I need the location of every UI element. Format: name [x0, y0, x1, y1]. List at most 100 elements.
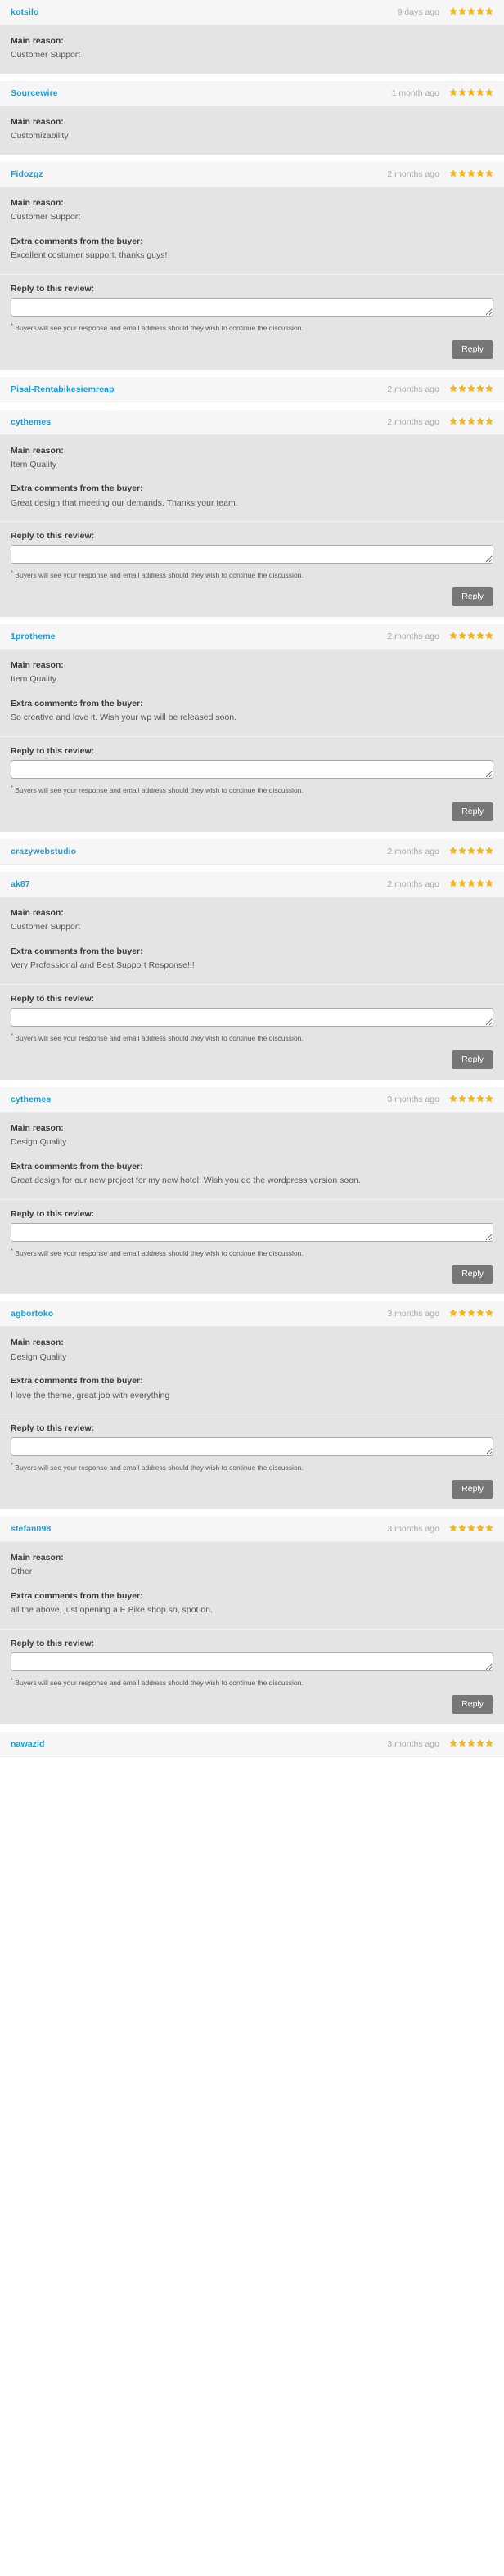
extra-comments-value: Great design that meeting our demands. T… — [11, 497, 238, 508]
reply-button[interactable]: Reply — [452, 1694, 493, 1714]
star-icon — [476, 1307, 484, 1320]
reply-disclaimer: * Buyers will see your response and emai… — [11, 321, 493, 333]
reviewer-name-link[interactable]: nawazid — [11, 1739, 45, 1749]
reply-input[interactable] — [11, 545, 493, 564]
reviewer-name-link[interactable]: crazywebstudio — [11, 847, 76, 856]
reply-button[interactable]: Reply — [452, 1050, 493, 1069]
review-header: ak87 2 months ago — [0, 872, 504, 897]
star-icon — [485, 1093, 493, 1106]
review-date: 2 months ago — [387, 847, 439, 856]
star-icon — [467, 1522, 475, 1535]
reply-label: Reply to this review: — [11, 1639, 95, 1648]
review-meta: 2 months ago — [387, 630, 493, 643]
reply-input[interactable] — [11, 760, 493, 780]
star-icon — [458, 87, 466, 100]
extra-comments-value: I love the theme, great job with everyth… — [11, 1390, 170, 1400]
reply-actions: Reply — [11, 802, 493, 821]
reply-label: Reply to this review: — [11, 283, 95, 294]
star-icon — [458, 878, 466, 891]
star-icon — [458, 1522, 466, 1535]
review-body: Main reason: Customer Support Extra commen… — [0, 187, 504, 274]
review-meta: 3 months ago — [387, 1093, 493, 1106]
review-meta: 3 months ago — [387, 1522, 493, 1535]
extra-comments-label: Extra comments from the buyer: — [11, 1591, 143, 1602]
reply-input[interactable] — [11, 1437, 493, 1457]
reviewer-name-link[interactable]: cythemes — [11, 1095, 51, 1104]
review-body: Main reason: Other Extra comments from the… — [0, 1542, 504, 1629]
star-icon — [467, 383, 475, 396]
review-meta: 1 month ago — [392, 87, 493, 100]
reply-disclaimer-text: Buyers will see your response and email … — [15, 1248, 304, 1257]
star-icon — [449, 383, 457, 396]
review-meta: 3 months ago — [387, 1307, 493, 1320]
star-icon — [467, 1093, 475, 1106]
main-reason-block: Main reason: Customer Support — [11, 907, 493, 934]
star-icon — [458, 630, 466, 643]
rating-stars — [449, 1307, 493, 1320]
reply-form: Reply to this review: * Buyers will see y… — [0, 983, 504, 1080]
reviewer-name-link[interactable]: agbortoko — [11, 1309, 53, 1319]
review-meta: 2 months ago — [387, 878, 493, 891]
reply-actions: Reply — [11, 1480, 493, 1499]
reply-input[interactable] — [11, 1222, 493, 1242]
reply-disclaimer-text: Buyers will see your response and email … — [15, 323, 304, 332]
review-header: kotsilo 9 days ago — [0, 0, 504, 25]
reviewer-name-link[interactable]: Sourcewire — [11, 88, 58, 98]
review-meta: 2 months ago — [387, 168, 493, 181]
reply-button[interactable]: Reply — [452, 1480, 493, 1499]
review-meta: 2 months ago — [387, 416, 493, 429]
reply-disclaimer: * Buyers will see your response and emai… — [11, 784, 493, 795]
reviewer-name-link[interactable]: 1protheme — [11, 632, 56, 641]
star-icon — [449, 1307, 457, 1320]
star-icon — [476, 1522, 484, 1535]
star-icon — [485, 416, 493, 429]
reply-button[interactable]: Reply — [452, 802, 493, 821]
main-reason-block: Main reason: Customer Support — [11, 35, 493, 62]
review-item: Fidozgz 2 months ago Main reason: Customer … — [0, 161, 504, 370]
review-item: cythemes 3 months ago Main reason: Design Q… — [0, 1086, 504, 1295]
reviewer-name-link[interactable]: ak87 — [11, 879, 30, 889]
reply-input[interactable] — [11, 1007, 493, 1027]
reply-form: Reply to this review: * Buyers will see y… — [0, 1198, 504, 1295]
reply-input[interactable] — [11, 297, 493, 317]
reply-disclaimer-text: Buyers will see your response and email … — [15, 1463, 304, 1472]
extra-comments-label: Extra comments from the buyer: — [11, 483, 143, 494]
reviewer-name-link[interactable]: cythemes — [11, 417, 51, 427]
main-reason-value: Customizability — [11, 131, 69, 142]
main-reason-label: Main reason: — [11, 36, 64, 46]
star-icon — [449, 845, 457, 858]
extra-comments-value: Excellent costumer support, thanks guys! — [11, 250, 168, 260]
star-icon — [458, 6, 466, 19]
reply-input[interactable] — [11, 1652, 493, 1671]
asterisk-icon: * — [11, 1461, 13, 1469]
extra-comments-block: Extra comments from the buyer: Great desi… — [11, 483, 493, 510]
review-item: Pisal-Rentabikesiemreap 2 months ago — [0, 376, 504, 402]
reply-button[interactable]: Reply — [452, 587, 493, 607]
reply-form: Reply to this review: * Buyers will see y… — [0, 1414, 504, 1510]
reviewer-name-link[interactable]: stefan098 — [11, 1524, 51, 1534]
reply-button[interactable]: Reply — [452, 339, 493, 359]
reviewer-name-link[interactable]: Pisal-Rentabikesiemreap — [11, 384, 115, 394]
review-date: 9 days ago — [397, 7, 439, 17]
reply-form: Reply to this review: * Buyers will see y… — [0, 521, 504, 618]
reply-button[interactable]: Reply — [452, 1265, 493, 1284]
main-reason-value: Design Quality — [11, 1351, 67, 1362]
star-icon — [476, 6, 484, 19]
review-date: 3 months ago — [387, 1094, 439, 1104]
reviewer-name-link[interactable]: Fidozgz — [11, 169, 43, 179]
star-icon — [449, 6, 457, 19]
review-item: cythemes 2 months ago Main reason: Item Qua… — [0, 409, 504, 618]
reply-label: Reply to this review: — [11, 1423, 95, 1434]
reply-disclaimer: * Buyers will see your response and emai… — [11, 1461, 493, 1472]
reply-label: Reply to this review: — [11, 1208, 95, 1219]
main-reason-block: Main reason: Item Quality — [11, 659, 493, 686]
review-body: Main reason: Customizability — [0, 106, 504, 155]
reply-label: Reply to this review: — [11, 531, 95, 542]
reply-disclaimer: * Buyers will see your response and emai… — [11, 1676, 493, 1688]
star-icon — [467, 168, 475, 181]
star-icon — [458, 1738, 466, 1751]
extra-comments-label: Extra comments from the buyer: — [11, 1161, 143, 1171]
rating-stars — [449, 845, 493, 858]
reply-label: Reply to this review: — [11, 993, 95, 1004]
reviewer-name-link[interactable]: kotsilo — [11, 7, 39, 17]
